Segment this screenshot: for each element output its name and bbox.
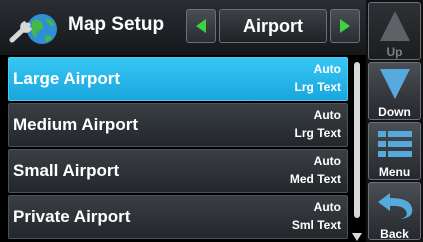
wrench-globe-icon [9,14,57,44]
list-item-value: Auto [313,62,341,76]
list-item-large-airport[interactable]: Large Airport Auto Lrg Text [8,57,348,101]
list-item-label: Private Airport [13,207,131,226]
settings-list: Large Airport Auto Lrg Text Medium Airpo… [8,57,348,242]
up-arrow-icon [379,11,410,41]
scroll-down-icon [352,233,362,241]
next-category-button[interactable] [330,9,360,43]
list-item-value: Auto [313,108,341,122]
back-button-label: Back [380,227,409,241]
back-button[interactable]: Back [368,182,421,241]
scroll-thumb[interactable] [354,62,360,218]
list-scrollbar[interactable] [352,58,362,242]
down-button-label: Down [378,105,411,119]
list-item-text-size: Lrg Text [294,80,341,94]
menu-list-icon [377,131,412,157]
title-bar: Map Setup Airport [0,0,366,55]
previous-category-button[interactable] [186,9,216,43]
right-arrow-icon [340,19,350,33]
list-item-text-size: Med Text [289,172,341,186]
list-item-value: Auto [313,154,341,168]
up-button[interactable]: Up [368,2,421,60]
list-item-medium-airport[interactable]: Medium Airport Auto Lrg Text [8,103,348,147]
list-item-value: Auto [313,200,341,214]
back-arrow-icon [377,193,412,219]
list-item-label: Medium Airport [13,115,138,134]
page-title: Map Setup [68,14,165,35]
list-item-label: Small Airport [13,161,120,180]
down-button[interactable]: Down [368,62,421,120]
list-item-private-airport[interactable]: Private Airport Auto Sml Text [8,195,348,239]
down-arrow-icon [379,69,410,99]
softkey-bar: Up Down Menu Back [366,0,423,242]
category-selector[interactable]: Airport [219,9,327,43]
list-item-text-size: Lrg Text [294,126,341,140]
list-item-text-size: Sml Text [291,218,341,232]
menu-button[interactable]: Menu [368,122,421,180]
up-button-label: Up [386,45,403,59]
left-arrow-icon [196,19,206,33]
list-item-label: Large Airport [13,69,121,88]
menu-button-label: Menu [378,165,411,179]
list-item-small-airport[interactable]: Small Airport Auto Med Text [8,149,348,193]
